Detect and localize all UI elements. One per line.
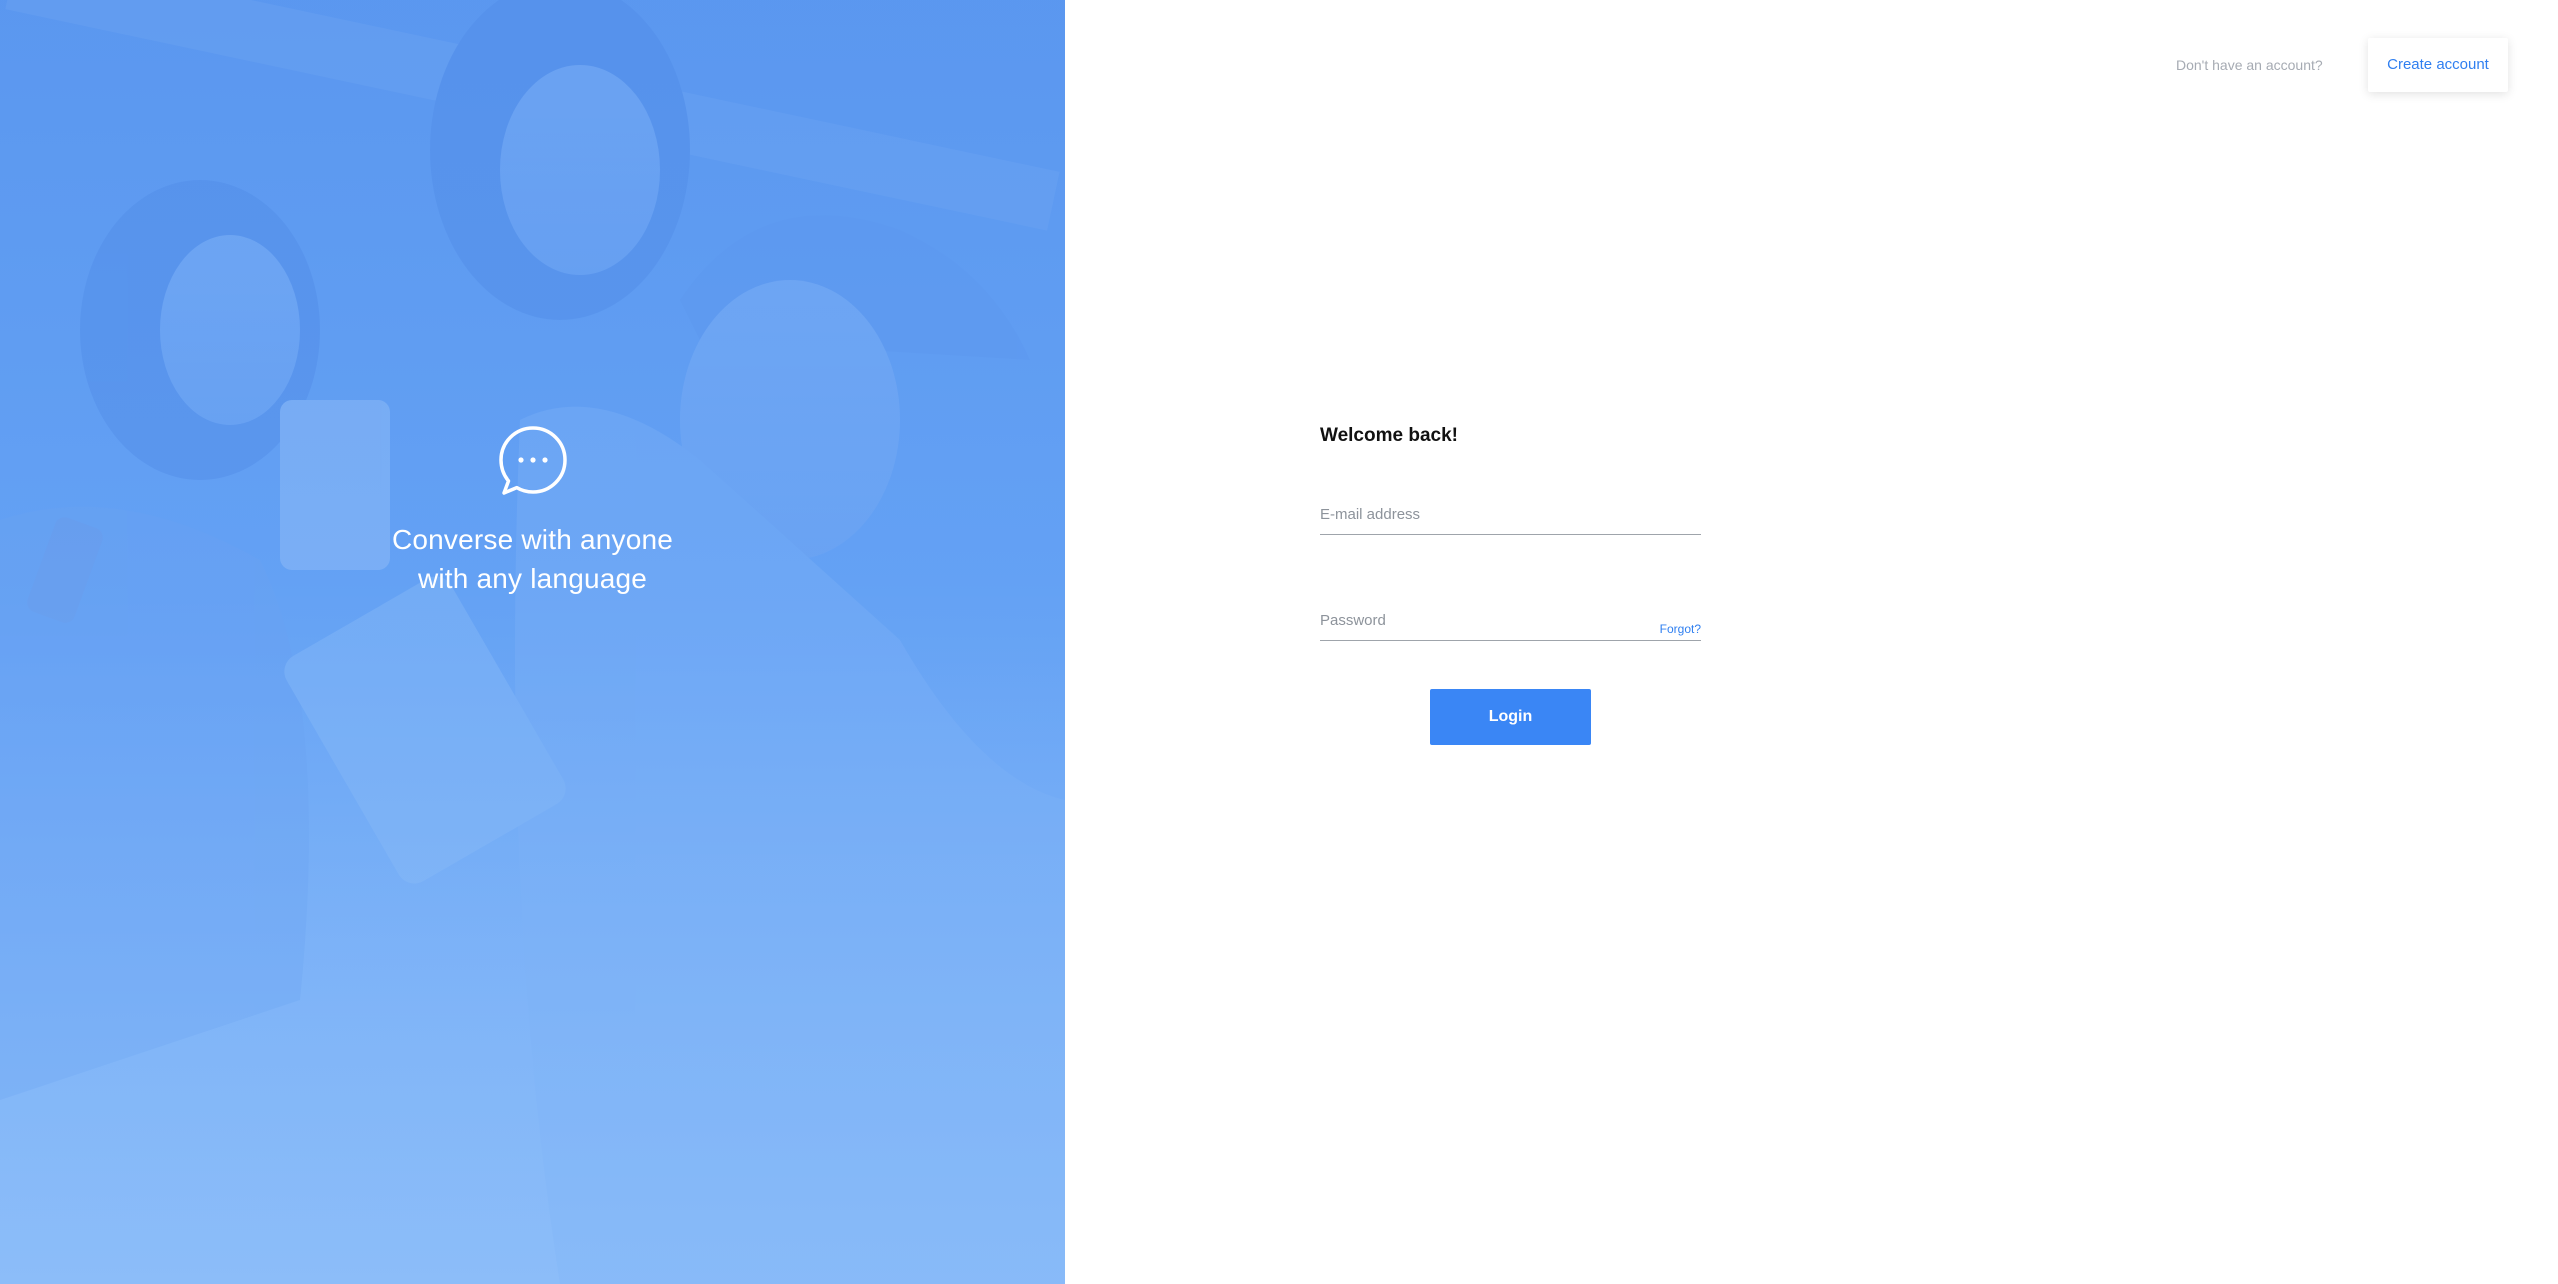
- email-field[interactable]: [1320, 494, 1701, 534]
- password-field[interactable]: [1320, 600, 1701, 640]
- password-field-wrapper: Forgot?: [1320, 600, 1701, 641]
- login-page: Converse with anyone with any language D…: [0, 0, 2558, 1284]
- forgot-password-link[interactable]: Forgot?: [1660, 622, 1701, 636]
- form-title: Welcome back!: [1320, 425, 1458, 446]
- email-field-wrapper: [1320, 494, 1701, 535]
- login-form: Welcome back! Forgot? Login: [1320, 420, 1701, 745]
- hero-panel: Converse with anyone with any language: [0, 0, 1065, 1284]
- login-button[interactable]: Login: [1430, 689, 1591, 745]
- hero-overlay: [0, 0, 1065, 1284]
- hero-tagline: Converse with anyone with any language: [0, 520, 1065, 598]
- chat-bubble-icon: [498, 425, 568, 497]
- no-account-prompt: Don't have an account?: [2176, 57, 2323, 73]
- hero-tagline-line2: with any language: [417, 563, 648, 594]
- hero-content: Converse with anyone with any language: [0, 425, 1065, 598]
- create-account-button[interactable]: Create account: [2368, 38, 2508, 92]
- hero-tagline-line1: Converse with anyone: [391, 524, 674, 555]
